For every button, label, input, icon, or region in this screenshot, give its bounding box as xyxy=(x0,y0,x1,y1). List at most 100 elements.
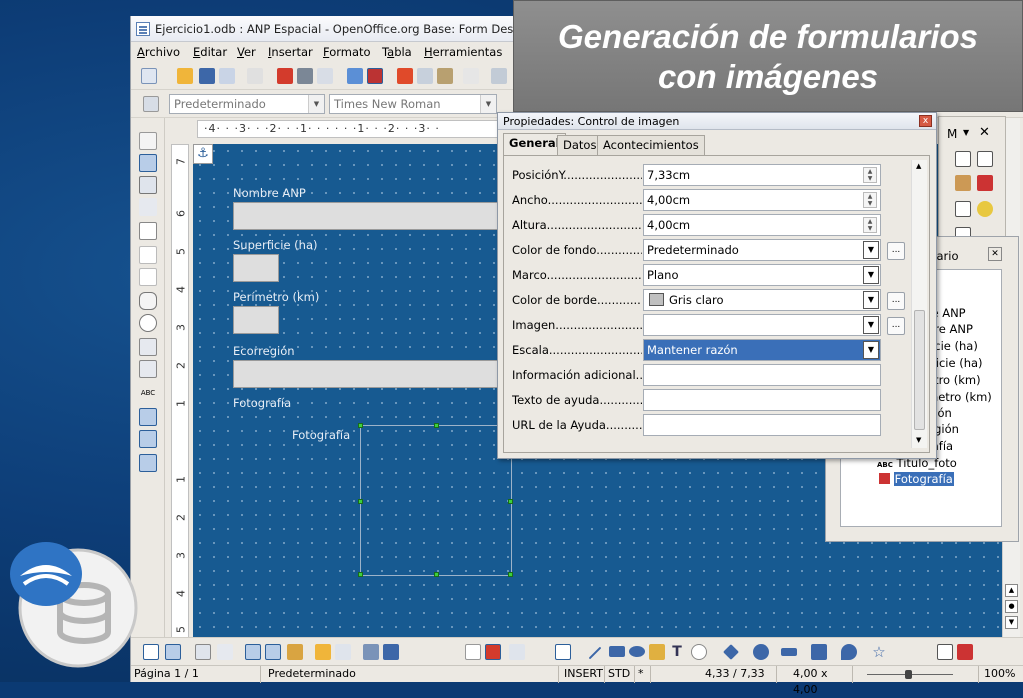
resize-handle[interactable] xyxy=(508,499,513,504)
height-field[interactable]: 4,00cm ▲ ▼ xyxy=(643,214,881,236)
callout-icon[interactable] xyxy=(691,644,707,660)
more-options-button[interactable]: ... xyxy=(887,242,905,260)
list-box-icon[interactable] xyxy=(139,338,157,356)
control-icon[interactable] xyxy=(195,644,211,660)
resize-handle[interactable] xyxy=(358,572,363,577)
dialog-scrollbar[interactable]: ▲ ▼ xyxy=(911,160,927,448)
copy-icon[interactable] xyxy=(417,68,433,84)
form-icon[interactable] xyxy=(217,644,233,660)
field-nombre-anp[interactable] xyxy=(233,202,533,230)
field-superficie[interactable] xyxy=(233,254,279,282)
cut-icon[interactable] xyxy=(397,68,413,84)
resize-handle[interactable] xyxy=(434,423,439,428)
label-superficie[interactable]: Superficie (ha) xyxy=(233,238,318,252)
tree-item-fotografia[interactable]: Fotografía xyxy=(879,472,954,486)
autofocus-icon[interactable] xyxy=(335,644,351,660)
guides-icon[interactable] xyxy=(509,644,525,660)
clone-format-icon[interactable] xyxy=(463,68,479,84)
toolbar-overflow-icon[interactable] xyxy=(491,68,507,84)
zoom-slider-thumb[interactable] xyxy=(905,670,912,679)
field-perimetro[interactable] xyxy=(233,306,279,334)
more-options-button[interactable]: ... xyxy=(887,292,905,310)
paste-icon[interactable] xyxy=(437,68,453,84)
email-icon[interactable] xyxy=(219,68,235,84)
menu-ver[interactable]: Ver xyxy=(237,42,256,62)
additional-info-field[interactable] xyxy=(643,364,881,386)
label-perimetro[interactable]: Perímetro (km) xyxy=(233,290,319,304)
form-properties-icon[interactable] xyxy=(139,198,157,216)
label-ecorregion[interactable]: Ecorregión xyxy=(233,344,295,358)
formatted-field-icon[interactable] xyxy=(139,268,157,286)
push-button-icon[interactable] xyxy=(139,292,157,310)
image-button-icon[interactable] xyxy=(955,175,971,191)
resize-handle[interactable] xyxy=(358,423,363,428)
symbol-shapes-icon[interactable] xyxy=(753,644,769,660)
page-down-icon[interactable]: ▼ xyxy=(1005,616,1018,629)
chevron-down-icon[interactable]: ▼ xyxy=(863,291,879,309)
save-icon[interactable] xyxy=(199,68,215,84)
menu-editar[interactable]: Editar xyxy=(193,42,227,62)
navigate-icon[interactable]: ● xyxy=(1005,600,1018,613)
more-options-button[interactable]: ... xyxy=(887,317,905,335)
design-mode-icon[interactable] xyxy=(165,644,181,660)
resize-handle[interactable] xyxy=(358,499,363,504)
text-box-control-icon[interactable] xyxy=(139,246,157,264)
chevron-down-icon[interactable]: ▼ xyxy=(863,241,879,259)
callouts-icon[interactable] xyxy=(841,644,857,660)
tab-acontecimientos[interactable]: Acontecimientos xyxy=(597,135,705,155)
menu-archivo[interactable]: Archivo xyxy=(137,42,180,62)
label-nombre-anp[interactable]: Nombre ANP xyxy=(233,186,306,200)
image-select[interactable]: ▼ xyxy=(643,314,881,336)
width-field[interactable]: 4,00cm ▲ ▼ xyxy=(643,189,881,211)
background-color-select[interactable]: Predeterminado ▼ xyxy=(643,239,881,261)
menu-insertar[interactable]: Insertar xyxy=(268,42,313,62)
block-arrows-icon[interactable] xyxy=(781,648,797,656)
navigator-icon[interactable] xyxy=(287,644,303,660)
menu-tabla[interactable]: Tabla xyxy=(382,42,412,62)
stars-icon[interactable]: ☆ xyxy=(871,644,887,660)
insert-mode[interactable]: INSERT xyxy=(561,666,605,683)
select-pointer-icon[interactable] xyxy=(139,132,157,150)
add-field-icon[interactable] xyxy=(265,644,281,660)
rectangle-icon[interactable] xyxy=(609,646,625,657)
position-y-field[interactable]: 7,33cm ▲ ▼ xyxy=(643,164,881,186)
option-button-icon[interactable] xyxy=(139,314,157,332)
pointer-icon[interactable] xyxy=(555,644,571,660)
tab-order-icon[interactable] xyxy=(245,644,261,660)
ellipse-icon[interactable] xyxy=(629,646,645,657)
zoom-level[interactable]: 100% xyxy=(981,666,1021,683)
basic-shapes-icon[interactable] xyxy=(723,644,739,660)
more-controls-icon[interactable] xyxy=(139,408,157,426)
spellcheck-icon[interactable] xyxy=(347,68,363,84)
image-control-icon[interactable] xyxy=(977,175,993,191)
spin-button[interactable]: ▲ ▼ xyxy=(863,167,877,183)
autospellcheck-icon[interactable] xyxy=(367,68,383,84)
print-preview-icon[interactable] xyxy=(317,68,333,84)
image-control[interactable]: Fotografía xyxy=(292,423,513,577)
text-icon[interactable]: T xyxy=(669,644,685,660)
spin-button[interactable]: ▲ ▼ xyxy=(863,217,877,233)
navigation-bar-icon[interactable] xyxy=(977,201,993,217)
open-design-icon[interactable] xyxy=(315,644,331,660)
date-field-icon[interactable] xyxy=(955,151,971,167)
page-up-icon[interactable]: ▲ xyxy=(1005,584,1018,597)
spin-button[interactable]: ▲ ▼ xyxy=(863,192,877,208)
field-ecorregion[interactable] xyxy=(233,360,533,388)
edit-file-icon[interactable] xyxy=(247,68,263,84)
label-fotografia[interactable]: Fotografía xyxy=(233,396,291,410)
tab-datos[interactable]: Datos xyxy=(557,135,603,155)
font-name-combo[interactable]: Times New Roman ▼ xyxy=(329,94,497,114)
extrusion-icon[interactable] xyxy=(937,644,953,660)
flowchart-icon[interactable] xyxy=(811,644,827,660)
time-field-icon[interactable] xyxy=(977,151,993,167)
form-design-icon[interactable] xyxy=(139,430,157,448)
snap-to-grid-icon[interactable] xyxy=(485,644,501,660)
resize-handle[interactable] xyxy=(434,572,439,577)
scale-select[interactable]: Mantener razón ▼ xyxy=(643,339,881,361)
print-icon[interactable] xyxy=(297,68,313,84)
close-icon[interactable]: ✕ xyxy=(988,247,1002,261)
table-control-icon[interactable] xyxy=(955,201,971,217)
selection-mode[interactable]: STD xyxy=(605,666,635,683)
chevron-down-icon[interactable]: ▼ xyxy=(863,316,879,334)
close-icon[interactable]: ✕ xyxy=(979,125,990,140)
